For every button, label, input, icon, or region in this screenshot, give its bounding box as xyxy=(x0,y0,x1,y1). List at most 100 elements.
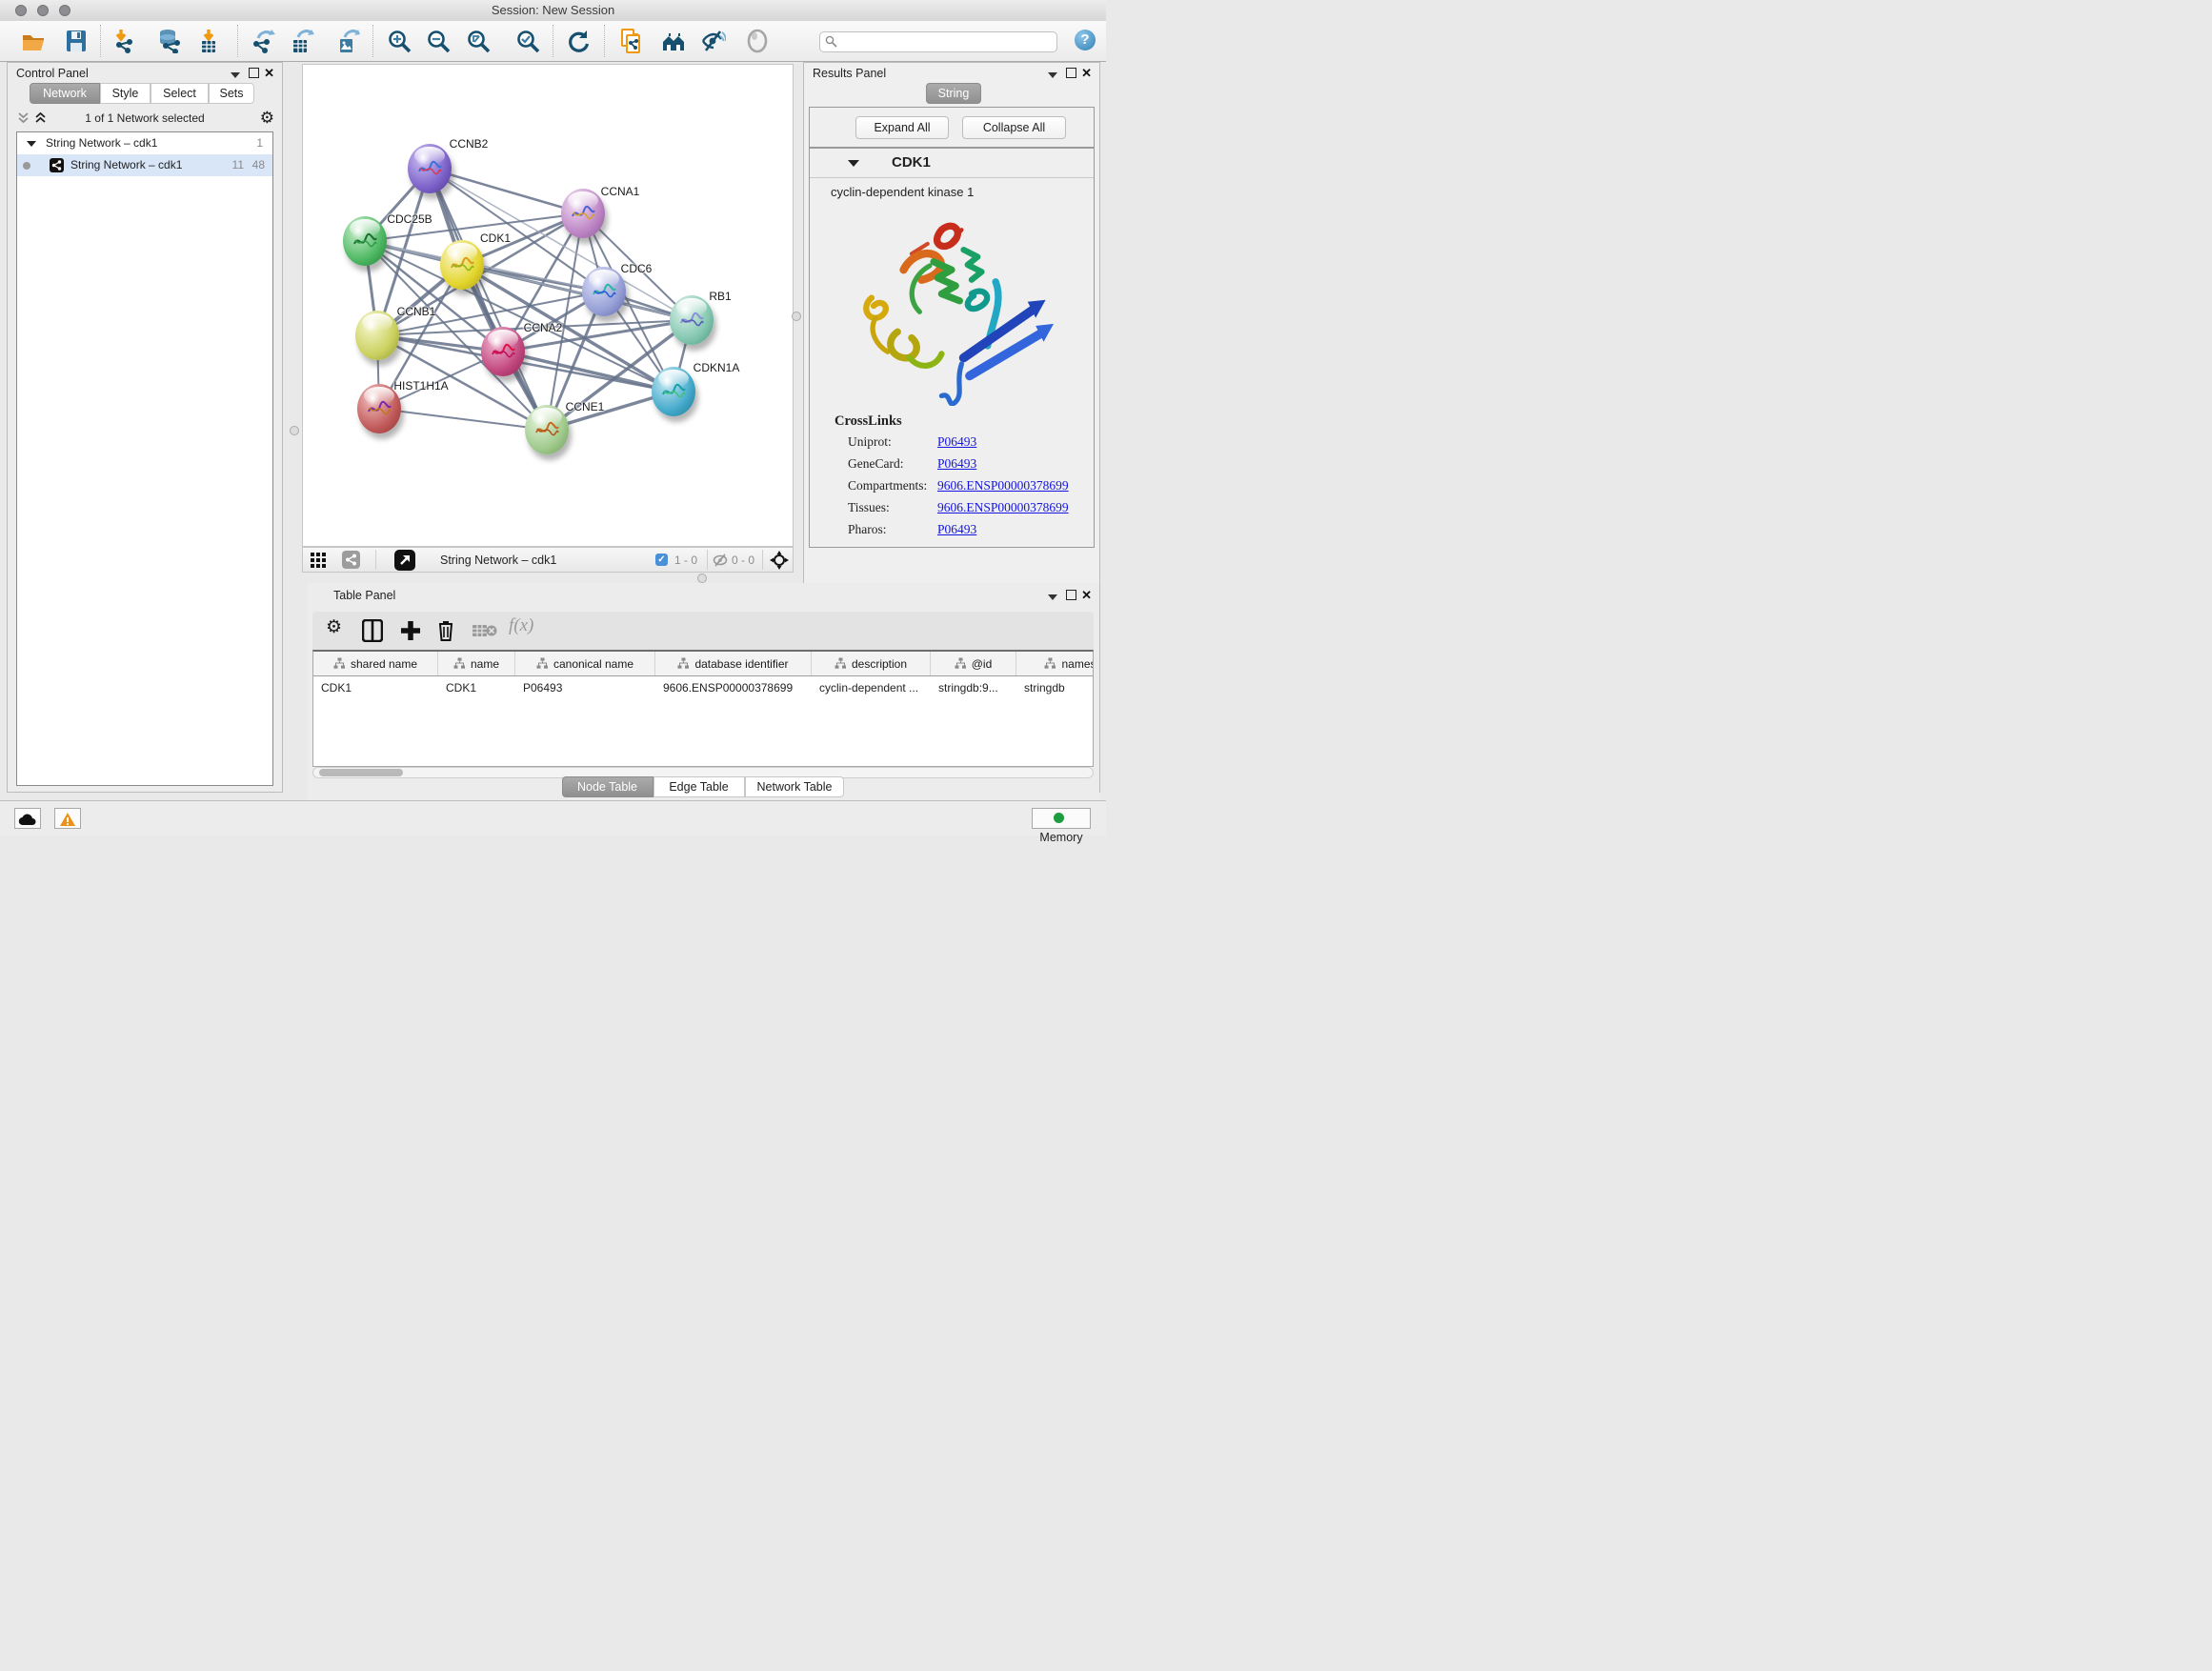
tab-select[interactable]: Select xyxy=(151,83,209,104)
open-session-folder-icon[interactable] xyxy=(21,29,46,53)
node-CDKN1A[interactable] xyxy=(652,367,695,416)
collection-expand-triangle-icon[interactable] xyxy=(27,141,36,147)
network-node-count: 11 xyxy=(232,154,244,176)
zoom-out-icon[interactable] xyxy=(426,29,451,53)
hide-selected-eye-slash-icon[interactable] xyxy=(701,29,726,53)
column-header-shared-name[interactable]: shared name xyxy=(313,652,438,675)
save-session-icon[interactable] xyxy=(64,29,89,53)
network-from-selection-icon[interactable] xyxy=(619,29,644,53)
delete-table-icon[interactable] xyxy=(473,623,497,641)
column-header-namespace[interactable]: namespace xyxy=(1016,652,1094,675)
apply-function-fx-icon[interactable]: f(x) xyxy=(509,615,533,636)
right-splitter-handle[interactable] xyxy=(792,312,801,321)
open-external-view-button[interactable] xyxy=(394,550,415,571)
tab-node-table[interactable]: Node Table xyxy=(562,776,654,797)
tab-string[interactable]: String xyxy=(926,83,981,104)
first-neighbors-houses-icon[interactable] xyxy=(661,29,686,53)
table-header-row: shared namenamecanonical namedatabase id… xyxy=(313,652,1093,676)
node-CCNA2[interactable] xyxy=(481,327,525,376)
zoom-selected-icon[interactable] xyxy=(515,29,540,53)
create-column-plus-icon[interactable] xyxy=(400,619,421,645)
close-panel-icon[interactable]: ✕ xyxy=(264,66,274,81)
main-toolbar: ? xyxy=(0,21,1106,62)
import-table-file-icon[interactable] xyxy=(196,29,221,53)
selected-checkbox-icon[interactable]: ✓ xyxy=(655,554,668,566)
warning-status-button[interactable] xyxy=(54,808,81,829)
show-all-eye-icon[interactable] xyxy=(745,29,770,53)
refresh-icon[interactable] xyxy=(566,29,591,53)
column-header-label: namespace xyxy=(1061,657,1094,671)
section-expand-triangle-icon[interactable] xyxy=(848,160,859,167)
column-header-name[interactable]: name xyxy=(438,652,515,675)
delete-column-trash-icon[interactable] xyxy=(436,619,455,645)
tab-style[interactable]: Style xyxy=(100,83,151,104)
show-columns-icon[interactable] xyxy=(362,619,383,645)
column-type-icon xyxy=(453,657,466,670)
birdseye-view-icon[interactable] xyxy=(342,551,360,569)
tab-edge-table[interactable]: Edge Table xyxy=(654,776,745,797)
crosslink-row-compartments: Compartments:9606.ENSP00000378699 xyxy=(848,474,1084,496)
network-row[interactable]: String Network – cdk1 11 48 xyxy=(17,154,272,176)
float-panel-icon[interactable] xyxy=(1066,590,1076,603)
close-panel-icon[interactable]: ✕ xyxy=(1081,588,1092,603)
zoom-in-icon[interactable] xyxy=(387,29,412,53)
column-header-description[interactable]: description xyxy=(812,652,931,675)
network-options-gear-icon[interactable]: ⚙ xyxy=(260,109,274,128)
export-table-icon[interactable] xyxy=(290,29,314,53)
network-status-dot xyxy=(23,162,30,170)
gene-name: CDK1 xyxy=(892,154,931,171)
export-image-icon[interactable] xyxy=(335,29,360,53)
column-header-canonical-name[interactable]: canonical name xyxy=(515,652,655,675)
bottom-splitter-handle[interactable] xyxy=(697,574,707,583)
help-button[interactable]: ? xyxy=(1075,30,1096,50)
crosslink-link[interactable]: 9606.ENSP00000378699 xyxy=(937,478,1069,493)
collapse-panel-icon[interactable] xyxy=(1048,592,1057,603)
crosslink-link[interactable]: P06493 xyxy=(937,434,976,449)
crosslink-link[interactable]: 9606.ENSP00000378699 xyxy=(937,500,1069,514)
expand-all-button[interactable]: Expand All xyxy=(855,116,949,139)
import-network-file-icon[interactable] xyxy=(111,29,136,53)
node-CDC25B[interactable] xyxy=(343,216,387,266)
grid-view-icon[interactable] xyxy=(311,553,326,571)
node-RB1[interactable] xyxy=(670,295,714,345)
crosslink-link[interactable]: P06493 xyxy=(937,456,976,471)
search-input[interactable] xyxy=(841,33,1050,50)
node-CCNE1[interactable] xyxy=(525,405,569,454)
column-header-id[interactable]: @id xyxy=(931,652,1016,675)
memory-button[interactable]: Memory xyxy=(1032,808,1091,829)
table-row[interactable]: CDK1CDK1P064939606.ENSP00000378699cyclin… xyxy=(313,676,1093,699)
table-cell-database-identifier: 9606.ENSP00000378699 xyxy=(655,676,812,699)
tab-sets[interactable]: Sets xyxy=(209,83,254,104)
network-collection-row[interactable]: String Network – cdk1 1 xyxy=(17,132,272,154)
float-panel-icon[interactable] xyxy=(1066,68,1076,81)
gene-section-header[interactable]: CDK1 xyxy=(810,149,1094,178)
node-CCNB1[interactable] xyxy=(355,311,399,360)
left-splitter-handle[interactable] xyxy=(290,426,299,435)
table-options-gear-icon[interactable]: ⚙ xyxy=(326,616,342,638)
float-panel-icon[interactable] xyxy=(249,68,259,81)
tab-network-table[interactable]: Network Table xyxy=(745,776,845,797)
toolbar-separator xyxy=(375,550,376,570)
collapse-panel-icon[interactable] xyxy=(1048,70,1057,81)
toolbar-separator xyxy=(237,25,238,57)
node-CDK1[interactable] xyxy=(440,240,484,290)
node-CDC6[interactable] xyxy=(582,267,626,316)
node-CCNB2[interactable] xyxy=(408,144,452,193)
cloud-status-button[interactable] xyxy=(14,808,41,829)
column-header-database-identifier[interactable]: database identifier xyxy=(655,652,812,675)
network-canvas[interactable]: CCNB2 CCNA1 CDC25B CDK1 CDC6 RB1CCNB1 CC… xyxy=(302,64,794,547)
collapse-panel-icon[interactable] xyxy=(231,70,240,81)
collapse-all-button[interactable]: Collapse All xyxy=(962,116,1066,139)
crosslink-link[interactable]: P06493 xyxy=(937,522,976,536)
zoom-fit-icon[interactable] xyxy=(466,29,491,53)
close-panel-icon[interactable]: ✕ xyxy=(1081,66,1092,81)
tab-network[interactable]: Network xyxy=(30,83,100,104)
network-tree: String Network – cdk1 1 String Network –… xyxy=(16,131,273,786)
scrollbar-thumb[interactable] xyxy=(319,769,403,776)
crosslink-label: GeneCard: xyxy=(848,453,937,474)
node-CCNA1[interactable] xyxy=(561,189,605,238)
target-crosshair-icon[interactable] xyxy=(770,551,789,573)
export-network-icon[interactable] xyxy=(251,29,275,53)
hidden-eye-slash-icon[interactable] xyxy=(713,554,728,570)
import-network-database-icon[interactable] xyxy=(157,29,182,53)
